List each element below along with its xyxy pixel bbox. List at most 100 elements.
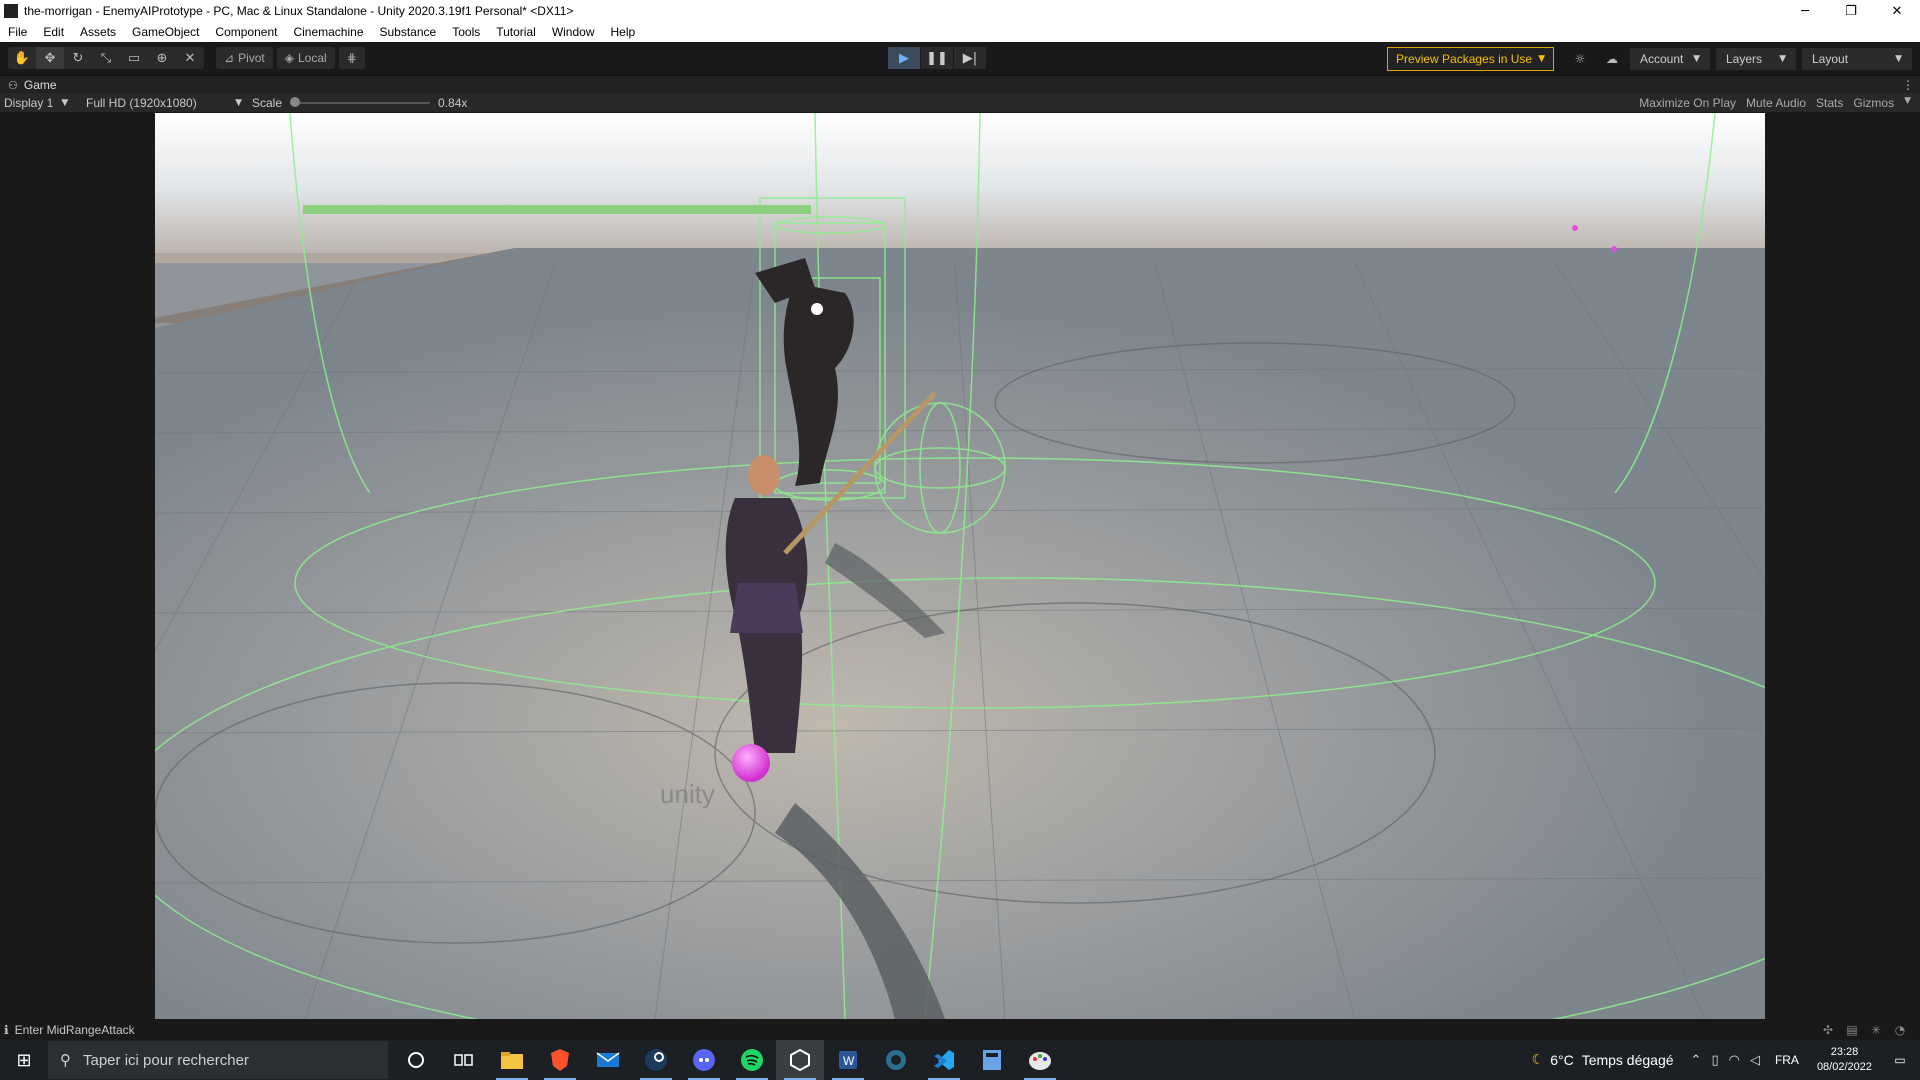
moon-icon: ☾ — [1531, 1052, 1545, 1068]
gizmos-toggle[interactable]: Gizmos — [1848, 96, 1899, 110]
play-controls: ▶ ❚❚ ▶| — [888, 47, 987, 69]
sun-icon[interactable]: ☼ — [1568, 48, 1592, 70]
vscode-icon[interactable] — [920, 1040, 968, 1080]
menu-tools[interactable]: Tools — [444, 25, 488, 39]
scale-slider[interactable] — [290, 96, 431, 107]
mail-icon[interactable] — [584, 1040, 632, 1080]
scene-render: unity — [155, 113, 1765, 1019]
chevron-up-icon[interactable]: ⌃ — [1691, 1053, 1702, 1068]
collab-icon[interactable]: ✳ — [1864, 1023, 1888, 1037]
rotate-tool-icon[interactable]: ↻ — [64, 47, 92, 69]
more-options-icon[interactable]: ⋮ — [1902, 78, 1914, 92]
task-view-icon[interactable] — [440, 1040, 488, 1080]
menu-window[interactable]: Window — [544, 25, 603, 39]
menu-assets[interactable]: Assets — [72, 25, 124, 39]
chevron-down-icon: ▼ — [235, 97, 242, 108]
local-toggle[interactable]: ◈ Local — [276, 47, 335, 69]
input-language[interactable]: FRA — [1775, 1053, 1799, 1067]
grid-snap-icon: ⋕ — [346, 51, 357, 65]
battery-icon[interactable]: ▯ — [1711, 1053, 1718, 1068]
scale-tool-icon[interactable]: ⤡ — [92, 47, 120, 69]
chevron-down-icon: ▼ — [1895, 54, 1902, 64]
minimize-button[interactable]: ─ — [1782, 4, 1828, 19]
word-icon[interactable]: W — [824, 1040, 872, 1080]
vpn-icon[interactable] — [872, 1040, 920, 1080]
discord-icon[interactable] — [680, 1040, 728, 1080]
paint-icon[interactable] — [1016, 1040, 1064, 1080]
restore-button[interactable]: ❐ — [1828, 4, 1874, 19]
transform-tool-icon[interactable]: ⊕ — [148, 47, 176, 69]
close-button[interactable]: ✕ — [1874, 4, 1920, 19]
sky — [155, 113, 1765, 263]
game-viewport[interactable]: unity — [155, 113, 1765, 1019]
spotify-icon[interactable] — [728, 1040, 776, 1080]
health-bar — [303, 205, 811, 214]
menu-cinemachine[interactable]: Cinemachine — [285, 25, 371, 39]
pivot-icon: ⊿ — [224, 51, 235, 65]
pause-button[interactable]: ❚❚ — [921, 47, 953, 69]
target-indicator — [811, 303, 823, 315]
menu-file[interactable]: File — [0, 25, 35, 39]
notification-icon[interactable]: ▭ — [1880, 1053, 1920, 1067]
calculator-icon[interactable] — [968, 1040, 1016, 1080]
cloud-icon[interactable]: ☁ — [1600, 48, 1624, 70]
windows-start-button[interactable]: ⊞ — [0, 1040, 48, 1080]
tab-game[interactable]: Game — [24, 78, 57, 92]
resolution-dropdown[interactable]: Full HD (1920x1080) ▼ — [86, 96, 242, 110]
menu-help[interactable]: Help — [603, 25, 644, 39]
weather-widget[interactable]: ☾ 6°C Temps dégagé — [1532, 1052, 1674, 1068]
pivot-toggle[interactable]: ⊿ Pivot — [216, 47, 273, 69]
letterbox-left — [0, 113, 155, 1019]
stats-toggle[interactable]: Stats — [1811, 96, 1848, 110]
magenta-point — [1572, 225, 1578, 231]
chevron-down-icon: ▼ — [1779, 54, 1786, 64]
bug-icon[interactable]: ✣ — [1816, 1023, 1840, 1037]
taskbar-search[interactable]: ⚲ Taper ici pour rechercher — [48, 1041, 388, 1079]
network-icon[interactable]: ◠ — [1729, 1053, 1740, 1068]
maximize-on-play-toggle[interactable]: Maximize On Play — [1634, 96, 1741, 110]
status-message[interactable]: Enter MidRangeAttack — [15, 1023, 135, 1037]
mute-audio-toggle[interactable]: Mute Audio — [1741, 96, 1811, 110]
chevron-down-icon[interactable]: ▼ — [1899, 96, 1916, 110]
menu-edit[interactable]: Edit — [35, 25, 72, 39]
play-button[interactable]: ▶ — [888, 47, 920, 69]
volume-icon[interactable]: ◁ — [1750, 1053, 1760, 1068]
cortana-icon[interactable] — [392, 1040, 440, 1080]
account-label: Account — [1640, 52, 1684, 66]
step-button[interactable]: ▶| — [954, 47, 986, 69]
game-view-controls: Display 1 ▼ Full HD (1920x1080) ▼ Scale … — [0, 93, 1920, 112]
play-icon: ▶ — [899, 50, 909, 66]
status-bar: ℹ Enter MidRangeAttack ✣ ▤ ✳ ◔ — [0, 1020, 1920, 1039]
menu-gameobject[interactable]: GameObject — [124, 25, 207, 39]
steam-icon[interactable] — [632, 1040, 680, 1080]
rect-tool-icon[interactable]: ▭ — [120, 47, 148, 69]
menu-component[interactable]: Component — [207, 25, 285, 39]
brave-browser-icon[interactable] — [536, 1040, 584, 1080]
letterbox-right — [1765, 113, 1920, 1019]
layout-dropdown[interactable]: Layout ▼ — [1802, 48, 1912, 70]
scale-label: Scale — [252, 95, 283, 110]
custom-tool-icon[interactable]: ✕ — [176, 47, 204, 69]
window-title: the-morrigan - EnemyAIPrototype - PC, Ma… — [24, 4, 574, 18]
unity-icon[interactable] — [776, 1040, 824, 1080]
display-label: Display 1 — [4, 95, 54, 110]
unity-app-icon — [4, 4, 18, 18]
layers-dropdown[interactable]: Layers ▼ — [1716, 48, 1796, 70]
menu-tutorial[interactable]: Tutorial — [488, 25, 544, 39]
file-explorer-icon[interactable] — [488, 1040, 536, 1080]
info-icon: ℹ — [4, 1022, 9, 1037]
cache-icon[interactable]: ▤ — [1840, 1023, 1864, 1037]
menu-substance[interactable]: Substance — [372, 25, 445, 39]
display-dropdown[interactable]: Display 1 ▼ — [4, 96, 80, 110]
preview-packages-label: Preview Packages in Use — [1396, 52, 1533, 66]
game-tab-bar: ⚇ Game ⋮ — [0, 75, 1920, 94]
grid-snap-toggle[interactable]: ⋕ — [338, 47, 365, 69]
progress-icon[interactable]: ◔ — [1888, 1023, 1912, 1037]
account-dropdown[interactable]: Account ▼ — [1630, 48, 1710, 70]
preview-packages-button[interactable]: Preview Packages in Use ▼ — [1387, 47, 1554, 71]
clock-date: 08/02/2022 — [1816, 1061, 1872, 1073]
move-tool-icon[interactable]: ✥ — [36, 47, 64, 69]
clock[interactable]: 23:28 08/02/2022 — [1817, 1045, 1872, 1075]
scale-slider-handle[interactable] — [290, 96, 301, 107]
hand-tool-icon[interactable]: ✋ — [8, 47, 36, 69]
